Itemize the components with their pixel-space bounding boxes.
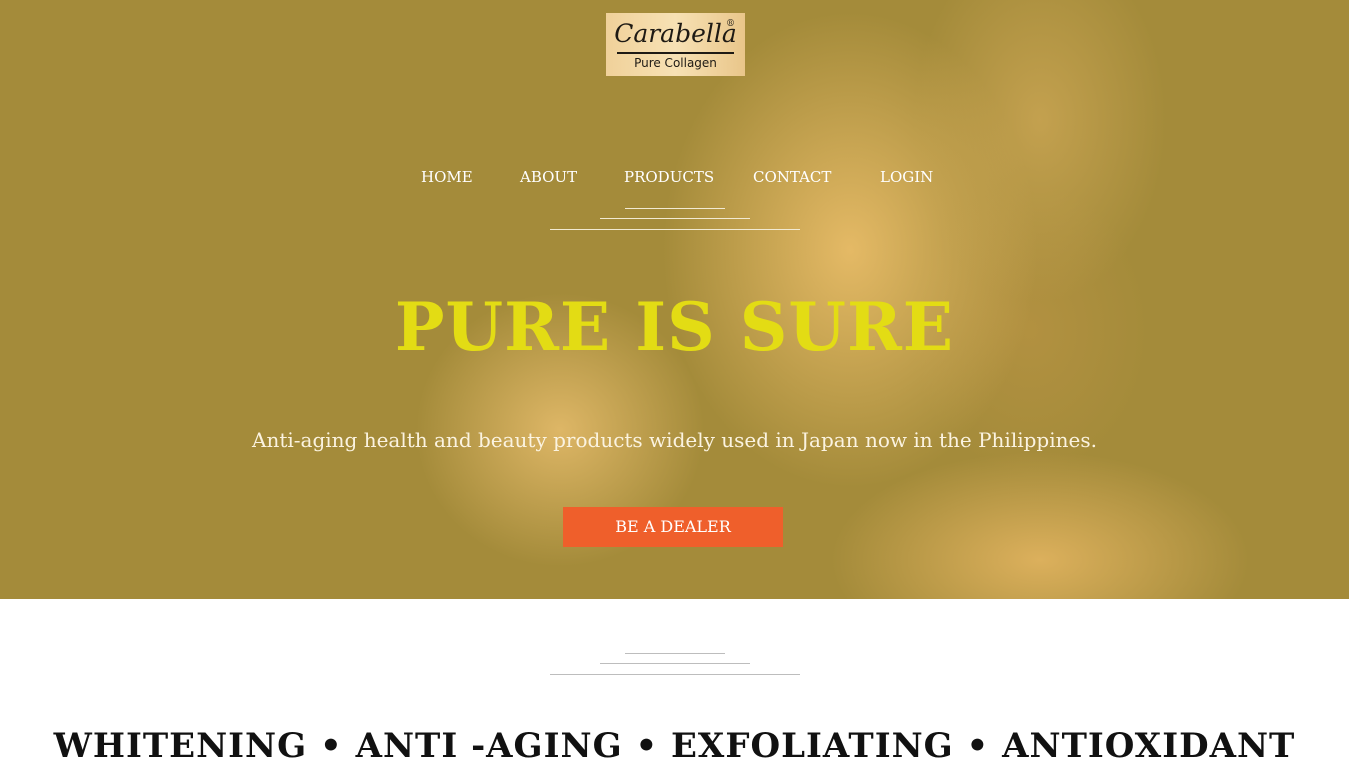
section-divider-short [625, 653, 725, 654]
hero-subtitle: Anti-aging health and beauty products wi… [252, 428, 1097, 452]
section-divider-medium [600, 663, 750, 664]
brand-name: Carabella [614, 19, 737, 48]
brand-logo[interactable]: Carabella ® Pure Collagen [606, 13, 745, 76]
features-heading: WHITENING • ANTI -AGING • EXFOLIATING • … [53, 726, 1296, 766]
hero-title: PURE IS SURE [394, 288, 955, 366]
main-nav: HOME ABOUT PRODUCTS CONTACT LOGIN [0, 166, 1349, 190]
divider-line-medium [600, 218, 750, 219]
nav-item-products[interactable]: PRODUCTS [624, 166, 714, 188]
nav-item-about[interactable]: ABOUT [520, 166, 577, 188]
section-divider-long [550, 674, 800, 675]
hero-section: Carabella ® Pure Collagen HOME ABOUT PRO… [0, 0, 1349, 599]
divider-line-long [550, 229, 800, 230]
brand-tagline: Pure Collagen [634, 56, 717, 70]
logo-divider [617, 52, 734, 54]
registered-mark: ® [726, 19, 735, 29]
nav-item-home[interactable]: HOME [421, 166, 473, 188]
nav-item-contact[interactable]: CONTACT [753, 166, 831, 188]
be-a-dealer-button[interactable]: BE A DEALER [563, 507, 783, 547]
divider-line-short [625, 208, 725, 209]
nav-item-login[interactable]: LOGIN [880, 166, 933, 188]
